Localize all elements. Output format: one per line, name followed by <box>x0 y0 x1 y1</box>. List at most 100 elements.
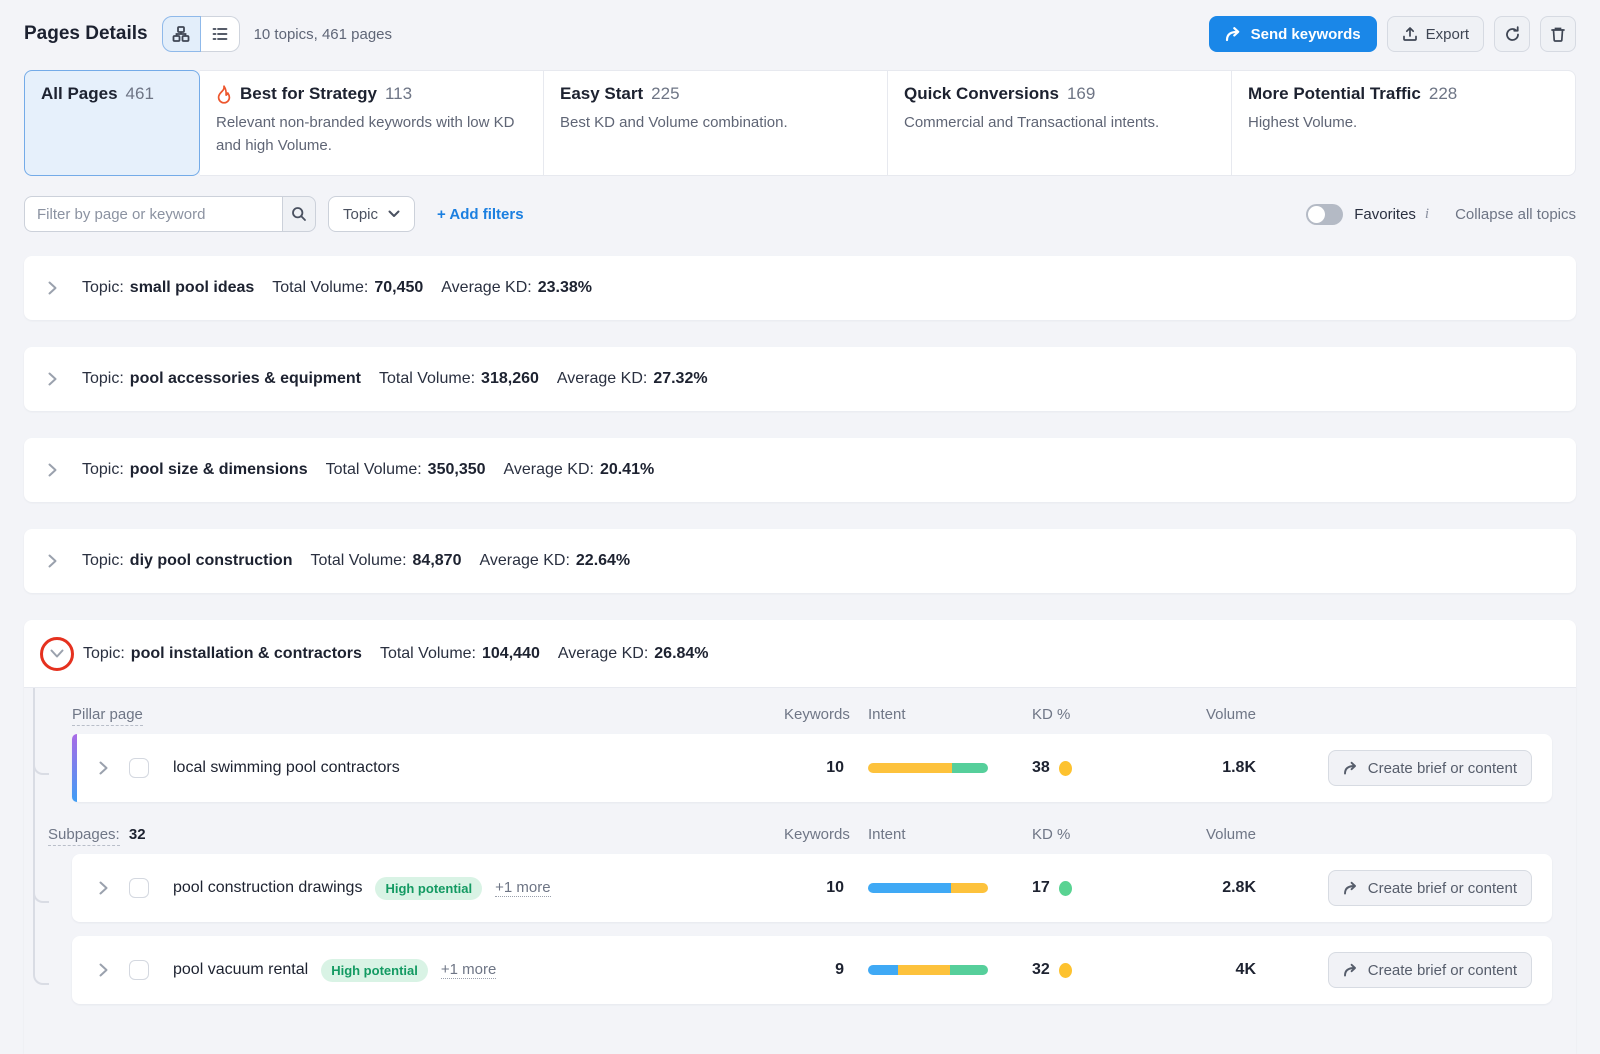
pillar-page-row[interactable]: local swimming pool contractors 10 38 1.… <box>72 734 1552 802</box>
average-kd-label: Average KD: <box>441 279 532 296</box>
chevron-down-icon <box>388 210 400 218</box>
topics-view-button[interactable] <box>161 16 201 52</box>
topic-prefix: Topic: <box>82 552 124 569</box>
volume-header: Volume <box>1205 825 1256 843</box>
chevron-down-icon[interactable] <box>50 649 64 658</box>
topic-row[interactable]: Topic: diy pool construction Total Volum… <box>24 529 1576 593</box>
subpage-row[interactable]: pool vacuum rental High potential +1 mor… <box>72 936 1552 1004</box>
tab-count: 461 <box>125 84 154 103</box>
subpages-table-header: Subpages: 32 Keywords Intent KD % Volume <box>48 808 1552 854</box>
favorites-toggle[interactable] <box>1306 203 1344 225</box>
topic-prefix: Topic: <box>82 461 124 478</box>
tab-more-potential-traffic[interactable]: More Potential Traffic 228 Highest Volum… <box>1232 70 1576 176</box>
average-kd-value: 27.32% <box>653 370 708 387</box>
row-checkbox[interactable] <box>129 878 149 898</box>
page-header: Pages Details 10 topics, 461 pages Send … <box>24 14 1576 54</box>
tab-quick-conversions[interactable]: Quick Conversions 169 Commercial and Tra… <box>888 70 1232 176</box>
intent-header: Intent <box>868 705 906 723</box>
tab-count: 113 <box>384 84 413 103</box>
subpages-header[interactable]: Subpages: <box>48 825 120 846</box>
total-volume-value: 318,260 <box>481 370 539 387</box>
topic-row[interactable]: Topic: pool size & dimensions Total Volu… <box>24 438 1576 502</box>
tab-best-for-strategy[interactable]: Best for Strategy 113 Relevant non-brand… <box>200 70 544 176</box>
kd-dot <box>1058 880 1072 896</box>
topic-row[interactable]: Topic: pool accessories & equipment Tota… <box>24 347 1576 411</box>
chevron-right-icon[interactable] <box>99 761 108 775</box>
total-volume-value: 350,350 <box>427 461 486 478</box>
pages-details-view: Pages Details 10 topics, 461 pages Send … <box>0 0 1600 1054</box>
export-button[interactable]: Export <box>1386 16 1484 52</box>
page-name: pool vacuum rental <box>173 961 309 978</box>
refresh-icon <box>1504 25 1521 43</box>
send-keywords-label: Send keywords <box>1250 25 1361 43</box>
list-icon <box>211 25 229 43</box>
chevron-right-icon[interactable] <box>48 281 57 295</box>
pillar-page-header[interactable]: Pillar page <box>72 705 143 726</box>
more-badges-link[interactable]: +1 more <box>495 879 551 897</box>
chevron-right-icon[interactable] <box>48 463 57 477</box>
tab-count: 169 <box>1066 84 1096 103</box>
forward-arrow-icon <box>1343 963 1359 977</box>
page-name: local swimming pool contractors <box>173 759 400 776</box>
delete-button[interactable] <box>1540 16 1576 52</box>
tab-description: Highest Volume. <box>1248 114 1358 131</box>
kd-value: 17 <box>1032 879 1050 896</box>
create-brief-label: Create brief or content <box>1367 879 1517 897</box>
intent-bar <box>868 883 988 893</box>
chevron-right-icon[interactable] <box>99 881 108 895</box>
trash-icon <box>1550 26 1566 43</box>
create-brief-button[interactable]: Create brief or content <box>1327 952 1532 988</box>
topic-dropdown-label: Topic <box>343 205 379 223</box>
forward-arrow-icon <box>1343 881 1359 895</box>
total-volume-label: Total Volume: <box>272 279 369 296</box>
create-brief-button[interactable]: Create brief or content <box>1327 870 1532 906</box>
total-volume-label: Total Volume: <box>310 552 407 569</box>
search-input[interactable] <box>24 196 282 232</box>
topic-name: pool accessories & equipment <box>129 370 361 387</box>
topic-prefix: Topic: <box>82 279 124 296</box>
average-kd-label: Average KD: <box>479 552 570 569</box>
info-icon[interactable]: i <box>1425 206 1429 223</box>
send-keywords-button[interactable]: Send keywords <box>1208 16 1377 52</box>
search-icon <box>291 206 307 222</box>
row-checkbox[interactable] <box>129 758 149 778</box>
tab-label: All Pages <box>41 84 118 103</box>
more-badges-link[interactable]: +1 more <box>440 961 497 979</box>
volume-header: Volume <box>1205 705 1256 723</box>
create-brief-button[interactable]: Create brief or content <box>1327 750 1532 786</box>
expanded-topic-header[interactable]: Topic: pool installation & contractors T… <box>24 620 1576 688</box>
average-kd-value: 26.84% <box>654 644 709 662</box>
topic-row-expanded: Topic: pool installation & contractors T… <box>24 620 1576 1054</box>
total-volume-label: Total Volume: <box>378 370 476 387</box>
chevron-right-icon[interactable] <box>48 372 57 386</box>
search-button[interactable] <box>282 196 316 232</box>
search-group <box>24 196 316 232</box>
export-label: Export <box>1425 25 1469 43</box>
topic-name: small pool ideas <box>129 279 255 296</box>
row-checkbox[interactable] <box>129 960 149 980</box>
topic-name: diy pool construction <box>129 552 293 569</box>
create-brief-label: Create brief or content <box>1367 759 1517 777</box>
pillar-table-header: Pillar page Keywords Intent KD % Volume <box>48 688 1552 734</box>
chevron-right-icon[interactable] <box>48 554 57 568</box>
favorites-label: Favorites <box>1354 205 1416 223</box>
tab-all-pages[interactable]: All Pages 461 <box>24 70 200 176</box>
add-filters-link[interactable]: + Add filters <box>437 206 524 223</box>
tab-easy-start[interactable]: Easy Start 225 Best KD and Volume combin… <box>544 70 888 176</box>
forward-arrow-icon <box>1343 761 1359 775</box>
tab-label: Quick Conversions <box>904 84 1059 103</box>
page-title: Pages Details <box>24 23 148 44</box>
intent-bar <box>868 763 988 773</box>
topic-name: pool installation & contractors <box>130 644 362 662</box>
refresh-button[interactable] <box>1494 16 1530 52</box>
subpages-count: 32 <box>128 825 146 843</box>
topic-prefix: Topic: <box>82 370 124 387</box>
subpage-row[interactable]: pool construction drawings High potentia… <box>72 854 1552 922</box>
topic-row[interactable]: Topic: small pool ideas Total Volume: 70… <box>24 256 1576 320</box>
tab-description: Commercial and Transactional intents. <box>904 114 1160 131</box>
collapse-all-topics-link[interactable]: Collapse all topics <box>1455 206 1576 223</box>
kd-header: KD % <box>1032 825 1071 843</box>
list-view-button[interactable] <box>200 16 240 52</box>
topic-filter-dropdown[interactable]: Topic <box>328 196 416 232</box>
chevron-right-icon[interactable] <box>99 963 108 977</box>
